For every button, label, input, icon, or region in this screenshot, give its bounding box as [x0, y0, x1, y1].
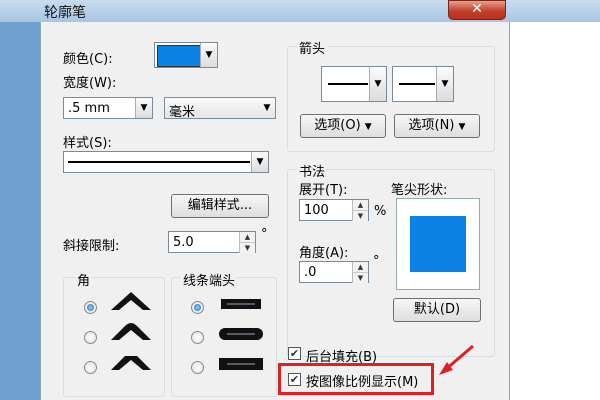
line-style-preview	[68, 161, 250, 163]
start-arrow-options-label: 选项(O)	[314, 118, 361, 133]
miter-unit: °	[261, 227, 268, 242]
window-title: 轮廓笔	[44, 5, 86, 21]
corner-previews	[111, 292, 151, 370]
background-area	[508, 22, 600, 400]
spin-up-icon[interactable]: ▲	[352, 262, 368, 272]
start-arrow-preview	[328, 83, 368, 85]
cap-butt-radio[interactable]	[191, 301, 204, 314]
cap-round-radio[interactable]	[191, 331, 204, 344]
angle-unit: °	[373, 254, 380, 269]
spin-up-icon[interactable]: ▲	[352, 200, 368, 210]
spin-down-icon[interactable]: ▼	[239, 242, 255, 253]
unit-value: 毫米	[169, 105, 196, 120]
chevron-down-icon: ▼	[436, 67, 453, 101]
angle-label: 角度(A):	[299, 246, 349, 261]
width-value: .5 mm	[68, 101, 110, 116]
round-corner-icon	[111, 323, 151, 340]
nib-shape-preview[interactable]	[396, 198, 480, 290]
nib-shape-label: 笔尖形状:	[391, 183, 448, 198]
line-cap-previews	[219, 299, 263, 370]
corner-miter-radio[interactable]	[84, 301, 97, 314]
miter-limit-spinner[interactable]: 5.0 ▲ ▼	[168, 231, 256, 253]
color-picker[interactable]: ▼	[154, 42, 218, 68]
outline-pen-dialog: 颜色(C): ▼ 宽度(W): .5 mm ▼ 毫米 ▼ 样式(S): ▼ 编辑…	[40, 22, 510, 400]
unit-combo[interactable]: 毫米 ▼	[164, 97, 276, 120]
color-swatch	[157, 45, 201, 67]
title-bar	[0, 0, 600, 22]
chevron-down-icon: ▼	[263, 103, 271, 113]
angle-value: .0	[304, 265, 317, 280]
stretch-spinner[interactable]: 100 ▲ ▼	[299, 199, 369, 221]
start-arrow-combo[interactable]: ▼	[321, 66, 387, 102]
width-combo[interactable]: .5 mm ▼	[63, 97, 153, 119]
close-button[interactable]: ✕	[448, 0, 506, 20]
line-caps-title: 线条端头	[181, 270, 238, 289]
corners-title: 角	[75, 270, 93, 289]
bevel-corner-icon	[111, 356, 151, 370]
miter-limit-value: 5.0	[173, 235, 194, 250]
end-arrow-combo[interactable]: ▼	[392, 66, 454, 102]
end-arrow-options-button[interactable]: 选项(N) ▼	[394, 114, 480, 138]
chevron-down-icon: ▼	[364, 122, 372, 132]
width-label: 宽度(W):	[63, 76, 117, 91]
calligraphy-title: 书法	[297, 161, 328, 180]
start-arrow-options-button[interactable]: 选项(O) ▼	[300, 114, 386, 138]
spin-down-icon[interactable]: ▼	[352, 272, 368, 283]
behind-fill-checkbox[interactable]: ✔	[288, 347, 301, 360]
edit-style-button[interactable]: 编辑样式...	[171, 194, 269, 218]
spin-down-icon[interactable]: ▼	[352, 210, 368, 221]
chevron-down-icon: ▼	[200, 43, 217, 67]
angle-spinner[interactable]: .0 ▲ ▼	[299, 261, 369, 283]
line-style-combo[interactable]: ▼	[63, 151, 269, 173]
arrows-title: 箭头	[297, 38, 328, 57]
color-label: 颜色(C):	[63, 52, 113, 67]
cap-square-radio[interactable]	[191, 361, 204, 374]
chevron-down-icon: ▼	[251, 152, 268, 172]
chevron-down-icon: ▼	[458, 122, 466, 132]
scale-with-image-checkbox[interactable]: ✔	[288, 373, 301, 386]
miter-corner-icon	[111, 292, 151, 310]
stretch-label: 展开(T):	[299, 183, 348, 198]
stretch-value: 100	[304, 203, 329, 218]
end-arrow-preview	[399, 83, 435, 85]
scale-with-image-label: 按图像比例显示(M)	[306, 375, 419, 390]
style-label: 样式(S):	[63, 136, 112, 151]
square-nib-icon	[410, 216, 466, 272]
chevron-down-icon: ▼	[135, 98, 152, 118]
spin-up-icon[interactable]: ▲	[239, 232, 255, 242]
pointer-arrow-icon	[439, 344, 474, 375]
end-arrow-options-label: 选项(N)	[408, 118, 455, 133]
miter-limit-label: 斜接限制:	[63, 239, 120, 254]
corner-round-radio[interactable]	[84, 331, 97, 344]
corner-bevel-radio[interactable]	[84, 361, 97, 374]
chevron-down-icon: ▼	[369, 67, 386, 101]
default-button[interactable]: 默认(D)	[393, 298, 481, 322]
stretch-unit: %	[374, 204, 387, 219]
